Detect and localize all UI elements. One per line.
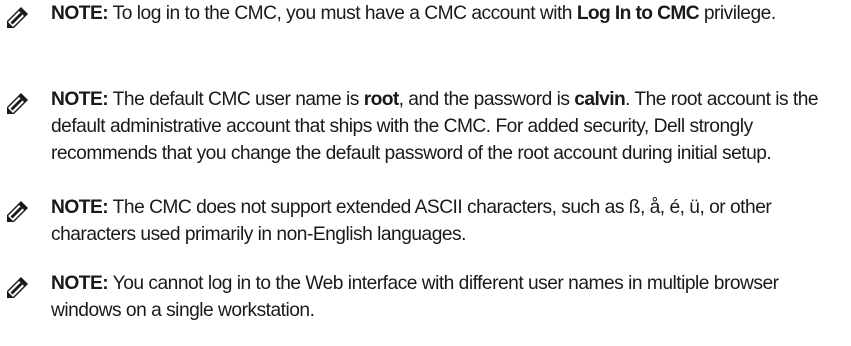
note-text-segment: privilege. — [699, 3, 776, 24]
pencil-icon — [4, 91, 30, 117]
note-text-segment: The default CMC user name is — [108, 89, 364, 110]
note-label: NOTE: — [51, 273, 109, 294]
note-text-segment: You cannot log in to the Web interface w… — [51, 273, 779, 321]
note-text: NOTE: The CMC does not support extended … — [51, 194, 841, 248]
note-label: NOTE: — [51, 89, 109, 110]
note-text-segment: The CMC does not support extended ASCII … — [51, 197, 772, 245]
note-text: NOTE: You cannot log in to the Web inter… — [51, 270, 841, 324]
note-text: NOTE: To log in to the CMC, you must hav… — [51, 0, 841, 27]
default-username: root — [363, 89, 400, 110]
pencil-icon — [4, 5, 30, 31]
default-password: calvin — [574, 89, 626, 110]
note-label: NOTE: — [51, 3, 109, 24]
pencil-icon — [4, 275, 30, 301]
note-text-segment: To log in to the CMC, you must have a CM… — [108, 3, 577, 24]
note-label: NOTE: — [51, 197, 109, 218]
privilege-name: Log In to CMC — [576, 3, 700, 24]
note-text: NOTE: The default CMC user name is root,… — [51, 86, 841, 167]
note-text-segment: , and the password is — [398, 89, 575, 110]
pencil-icon — [4, 199, 30, 225]
